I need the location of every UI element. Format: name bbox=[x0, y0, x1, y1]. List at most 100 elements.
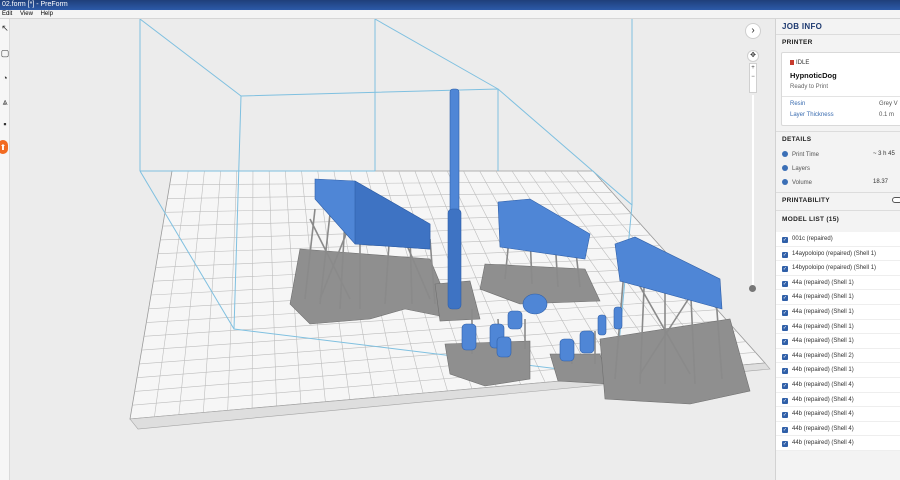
panel-title: JOB INFO bbox=[782, 22, 823, 31]
model-list-item[interactable]: ✓ 44a (repaired) (Shell 1) bbox=[776, 305, 900, 320]
printability-toggle[interactable] bbox=[892, 197, 900, 203]
checkbox-icon[interactable]: ✓ bbox=[782, 397, 788, 404]
zoom-out-button[interactable]: − bbox=[750, 73, 756, 82]
model-list-item[interactable]: ✓ 44b (repaired) (Shell 1) bbox=[776, 363, 900, 378]
checkbox-icon[interactable]: ✓ bbox=[782, 382, 788, 389]
card-divider bbox=[782, 96, 900, 97]
zoom-in-button[interactable]: + bbox=[750, 64, 756, 73]
checkbox-icon[interactable]: ✓ bbox=[782, 237, 788, 243]
model-name: 14aypoloipo (repaired) (Shell 1) bbox=[792, 250, 877, 257]
model-name: 001c (repaired) bbox=[792, 236, 833, 242]
model-list-item[interactable]: ✓ 44b (repaired) (Shell 4) bbox=[776, 378, 900, 393]
layers-icon bbox=[782, 165, 788, 171]
model-list-item[interactable]: ✓ 44b (repaired) (Shell 4) bbox=[776, 422, 900, 437]
divider bbox=[776, 34, 900, 35]
model-list-item[interactable]: ✓ 44a (repaired) (Shell 1) bbox=[776, 320, 900, 335]
model-name: 44a (repaired) (Shell 1) bbox=[792, 308, 854, 315]
detail-label: Print Time bbox=[792, 152, 820, 158]
model-list-item[interactable]: ✓ 44a (repaired) (Shell 1) bbox=[776, 334, 900, 349]
checkbox-icon[interactable]: ✓ bbox=[782, 280, 788, 287]
printer-status-detail: Ready to Print bbox=[790, 84, 829, 90]
model-list-item[interactable]: ✓ 44a (repaired) (Shell 2) bbox=[776, 349, 900, 364]
job-info-panel: JOB INFO PRINTER IDLE HypnoticDog Ready … bbox=[775, 19, 900, 480]
printer-card[interactable]: IDLE HypnoticDog Ready to Print Resin Gr… bbox=[781, 52, 900, 126]
volume-value: 18.37 bbox=[873, 179, 889, 185]
model-name: 44a (repaired) (Shell 2) bbox=[792, 352, 854, 359]
zoom-slider-track[interactable] bbox=[752, 95, 754, 285]
checkbox-icon[interactable]: ✓ bbox=[782, 426, 788, 433]
model-list-item[interactable]: ✓ 14bypoloipo (repaired) (Shell 1) bbox=[776, 261, 900, 276]
model-name: 14bypoloipo (repaired) (Shell 1) bbox=[792, 265, 877, 272]
printer-status: IDLE bbox=[790, 60, 809, 66]
window-title: 02.form [*] - PreForm bbox=[2, 1, 68, 8]
build-scene bbox=[129, 19, 771, 430]
select-icon[interactable]: ↖ bbox=[0, 21, 10, 35]
model-name: 44a (repaired) (Shell 1) bbox=[792, 279, 854, 286]
checkbox-icon[interactable]: ✓ bbox=[782, 295, 788, 302]
model-name: 44a (repaired) (Shell 1) bbox=[792, 323, 854, 330]
model-list-heading: MODEL LIST (15) bbox=[782, 216, 840, 223]
clock-icon bbox=[782, 151, 788, 157]
orient-icon[interactable]: ◔ bbox=[0, 71, 10, 85]
model-name: 44b (repaired) (Shell 4) bbox=[792, 440, 854, 447]
printability-heading: PRINTABILITY bbox=[782, 197, 830, 204]
left-toolbar: ↖ ▢ ◔ ⩓ ▪ ⬆ bbox=[0, 19, 10, 480]
checkbox-icon[interactable]: ✓ bbox=[782, 251, 788, 258]
model-list-item[interactable]: ✓ 14aypoloipo (repaired) (Shell 1) bbox=[776, 247, 900, 262]
checkbox-icon[interactable]: ✓ bbox=[782, 368, 788, 375]
printer-status-text: IDLE bbox=[796, 60, 810, 66]
divider bbox=[776, 210, 900, 211]
printer-name: HypnoticDog bbox=[790, 71, 837, 80]
model-name: 44b (repaired) (Shell 4) bbox=[792, 411, 854, 418]
model-name: 44a (repaired) (Shell 1) bbox=[792, 294, 854, 301]
model-list-item[interactable]: ✓ 44b (repaired) (Shell 4) bbox=[776, 436, 900, 451]
detail-layers: Layers bbox=[782, 165, 810, 172]
print-time-value: ~ 3 h 45 bbox=[873, 151, 895, 157]
menu-help[interactable]: Help bbox=[41, 11, 53, 17]
navigation-cube-icon[interactable]: ✥ bbox=[747, 50, 759, 62]
detail-label: Layers bbox=[792, 166, 811, 172]
model-list-item[interactable]: ✓ 001c (repaired) bbox=[776, 232, 900, 247]
zoom-controls: + − bbox=[749, 63, 757, 93]
model-list-item[interactable]: ✓ 44a (repaired) (Shell 1) bbox=[776, 276, 900, 291]
details-heading: DETAILS bbox=[782, 136, 812, 143]
supports-icon[interactable]: ⩓ bbox=[0, 95, 10, 109]
checkbox-icon[interactable]: ✓ bbox=[782, 266, 788, 273]
detail-volume: Volume bbox=[782, 179, 812, 186]
model-name: 44b (repaired) (Shell 4) bbox=[792, 425, 854, 432]
printer-heading: PRINTER bbox=[782, 39, 813, 46]
cube-icon[interactable]: ▢ bbox=[0, 46, 10, 60]
model-name: 44b (repaired) (Shell 4) bbox=[792, 381, 854, 388]
resin-value: Grey V bbox=[879, 101, 898, 107]
model-name: 44a (repaired) (Shell 1) bbox=[792, 338, 854, 345]
model-list: ✓ 001c (repaired) ✓ 14aypoloipo (repaired) … bbox=[776, 232, 900, 451]
checkbox-icon[interactable]: ✓ bbox=[782, 441, 788, 448]
printer-icon bbox=[790, 60, 794, 65]
layout-icon[interactable]: ▪ bbox=[0, 117, 10, 131]
model-name: 44b (repaired) (Shell 1) bbox=[792, 367, 854, 374]
menu-view[interactable]: View bbox=[20, 11, 33, 17]
model-list-item[interactable]: ✓ 44a (repaired) (Shell 1) bbox=[776, 290, 900, 305]
checkbox-icon[interactable]: ✓ bbox=[782, 309, 788, 316]
layer-thickness-value: 0.1 m bbox=[879, 112, 895, 118]
menu-edit[interactable]: Edit bbox=[2, 11, 12, 17]
detail-label: Volume bbox=[792, 180, 813, 186]
zoom-slider-handle[interactable] bbox=[749, 285, 756, 292]
model-list-item[interactable]: ✓ 44b (repaired) (Shell 4) bbox=[776, 393, 900, 408]
layer-thickness-label[interactable]: Layer Thickness bbox=[790, 112, 834, 118]
checkbox-icon[interactable]: ✓ bbox=[782, 353, 788, 360]
divider bbox=[776, 131, 900, 132]
window-titlebar: 02.form [*] - PreForm bbox=[0, 0, 900, 10]
volume-icon bbox=[782, 179, 788, 185]
resin-label[interactable]: Resin bbox=[790, 101, 805, 107]
model-list-item[interactable]: ✓ 44b (repaired) (Shell 4) bbox=[776, 407, 900, 422]
divider bbox=[776, 192, 900, 193]
model-name: 44b (repaired) (Shell 4) bbox=[792, 396, 854, 403]
detail-print-time: Print Time bbox=[782, 151, 819, 158]
checkbox-icon[interactable]: ✓ bbox=[782, 339, 788, 346]
print-icon[interactable]: ⬆ bbox=[0, 140, 8, 154]
checkbox-icon[interactable]: ✓ bbox=[782, 324, 788, 331]
checkbox-icon[interactable]: ✓ bbox=[782, 412, 788, 419]
3d-viewport[interactable]: › ✥ + − bbox=[10, 19, 775, 480]
next-step-button[interactable]: › bbox=[745, 23, 761, 39]
